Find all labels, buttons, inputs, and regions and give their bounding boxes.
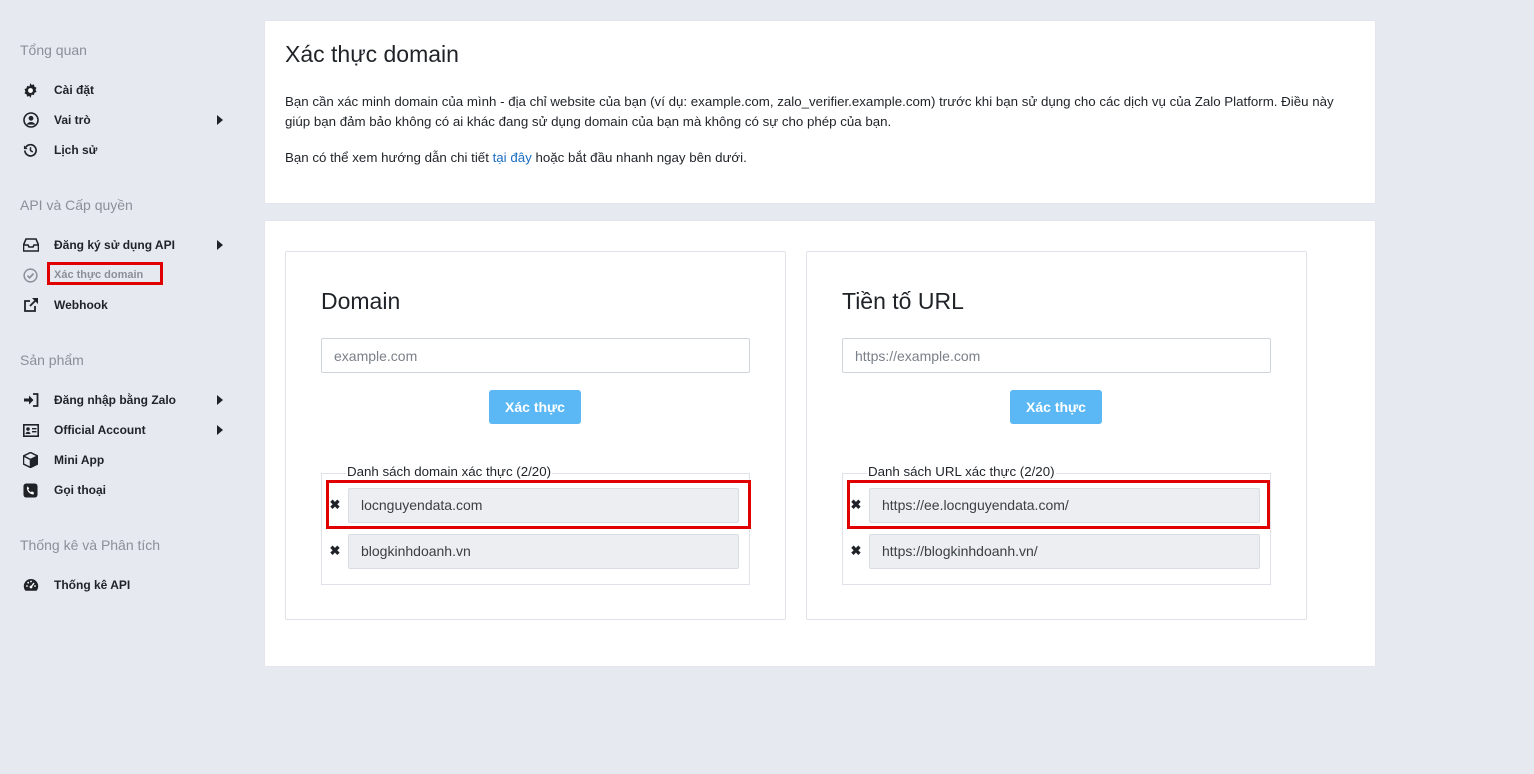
page-title: Xác thực domain [285,41,459,67]
section-title-products: Sản phẩm [20,352,84,368]
dashboard-icon [20,573,44,597]
cube-icon [20,448,44,472]
domain-highlight-box [326,480,751,529]
sign-in-icon [20,388,44,412]
sidebar-item-label: Webhook [54,298,108,312]
external-link-icon [20,293,44,317]
domain-panel-title: Domain [321,288,401,314]
page-description: Bạn cần xác minh domain của mình - địa c… [285,94,1334,129]
url-list-label: Danh sách URL xác thực (2/20) [867,464,1056,479]
sidebar-item-label: Lịch sử [54,143,98,157]
verify-url-button[interactable]: Xác thực [1010,390,1102,424]
sidebar-item-label: Gọi thoại [54,483,106,497]
url-highlight-box [847,480,1270,529]
sidebar-item-label: Đăng ký sử dụng API [54,238,175,252]
verify-domain-button[interactable]: Xác thực [489,390,581,424]
sidebar-item-mini-app[interactable]: Mini App [20,448,225,472]
url-entry-value: https://blogkinhdoanh.vn/ [869,533,1260,569]
id-card-icon [20,418,44,442]
sidebar-item-label: Cài đặt [54,83,95,97]
url-panel-title: Tiền tố URL [842,288,964,314]
url-panel: Tiền tố URL Xác thực ✖ https://ee.locngu… [806,251,1307,620]
sidebar-item-label: Vai trò [54,113,91,127]
domain-panel: Domain Xác thực ✖ locnguyendata.com ✖ bl… [285,251,786,620]
sidebar-item-history[interactable]: Lịch sử [20,138,225,162]
sidebar-item-settings[interactable]: Cài đặt [20,78,225,102]
caret-right-icon [217,115,223,125]
sidebar-item-official-account[interactable]: Official Account [20,418,225,442]
sidebar-highlight-box [47,262,163,285]
sidebar-item-label: Thống kê API [54,578,131,592]
history-icon [20,138,44,162]
guide-suffix: hoặc bắt đầu nhanh ngay bên dưới. [531,150,747,165]
sidebar-item-roles[interactable]: Vai trò [20,108,225,132]
guide-prefix: Bạn có thể xem hướng dẫn chi tiết [285,150,493,165]
caret-right-icon [217,425,223,435]
domain-entry-value: blogkinhdoanh.vn [348,533,739,569]
sidebar-item-label: Đăng nhập bằng Zalo [54,393,176,407]
domain-input[interactable] [321,338,750,373]
check-circle-icon [20,263,44,287]
section-title-api: API và Cấp quyền [20,197,133,213]
phone-icon [20,478,44,502]
verify-card: Domain Xác thực ✖ locnguyendata.com ✖ bl… [264,220,1376,667]
list-item: ✖ https://blogkinhdoanh.vn/ [843,533,1272,569]
remove-icon[interactable]: ✖ [322,543,348,559]
caret-right-icon [217,395,223,405]
section-title-analytics: Thống kê và Phân tích [20,537,161,553]
sidebar: Tổng quan Cài đặt Vai trò Lịch sử API và… [0,0,245,774]
sidebar-item-label: Official Account [54,423,146,437]
sidebar-item-label: Mini App [54,453,105,467]
sidebar-item-zalo-login[interactable]: Đăng nhập bằng Zalo [20,388,225,412]
domain-list-label: Danh sách domain xác thực (2/20) [346,464,553,479]
guide-text: Bạn có thể xem hướng dẫn chi tiết tại đâ… [285,148,747,168]
guide-link[interactable]: tại đây [493,150,532,165]
sidebar-item-api-register[interactable]: Đăng ký sử dụng API [20,233,225,257]
remove-icon[interactable]: ✖ [843,543,869,559]
sidebar-item-api-stats[interactable]: Thống kê API [20,573,225,597]
gear-icon [20,78,44,102]
user-circle-icon [20,108,44,132]
section-title-overview: Tổng quan [20,42,87,58]
inbox-icon [20,233,44,257]
list-item: ✖ blogkinhdoanh.vn [322,533,751,569]
sidebar-item-webhook[interactable]: Webhook [20,293,225,317]
caret-right-icon [217,240,223,250]
url-input[interactable] [842,338,1271,373]
intro-card: Xác thực domain Bạn cần xác minh domain … [264,20,1376,204]
sidebar-item-voice-call[interactable]: Gọi thoại [20,478,225,502]
